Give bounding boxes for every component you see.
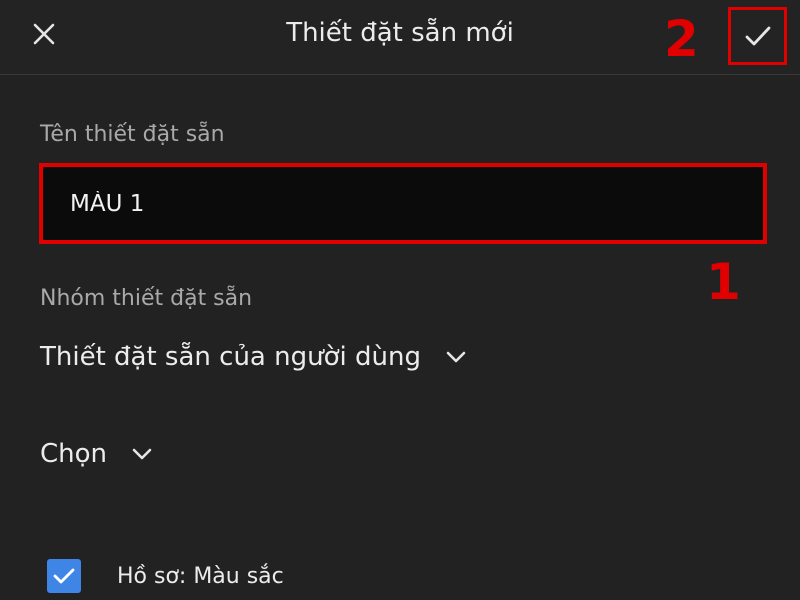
confirm-button[interactable] — [728, 7, 787, 65]
preset-group-label: Nhóm thiết đặt sẵn — [40, 286, 253, 311]
close-button[interactable] — [26, 16, 62, 52]
chevron-down-icon — [131, 447, 153, 461]
preset-group-dropdown[interactable]: Thiết đặt sẵn của người dùng — [40, 342, 467, 372]
checkmark-icon — [53, 568, 75, 584]
annotation-marker-2: 2 — [664, 10, 699, 68]
close-icon — [33, 23, 55, 45]
profile-color-checkbox[interactable] — [47, 559, 81, 593]
preset-name-input[interactable] — [39, 163, 767, 244]
preset-name-label: Tên thiết đặt sẵn — [40, 122, 225, 147]
checkmark-icon — [745, 26, 770, 46]
choose-dropdown[interactable]: Chọn — [40, 439, 153, 469]
choose-label: Chọn — [40, 439, 108, 469]
profile-color-label: Hồ sơ: Màu sắc — [117, 563, 284, 589]
new-preset-screen: Thiết đặt sẵn mới 2 Tên thiết đặt sẵn 1 … — [0, 0, 800, 600]
annotation-marker-1: 1 — [706, 253, 741, 311]
profile-color-option[interactable]: Hồ sơ: Màu sắc — [47, 559, 284, 593]
header-bar: Thiết đặt sẵn mới 2 — [0, 0, 800, 75]
preset-group-value: Thiết đặt sẵn của người dùng — [40, 342, 421, 372]
chevron-down-icon — [445, 350, 467, 364]
